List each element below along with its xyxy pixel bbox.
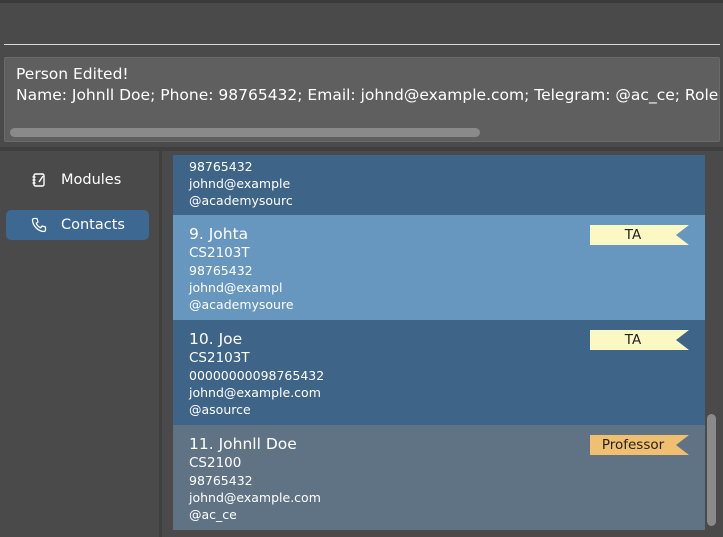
sidebar: Modules Contacts	[0, 151, 162, 537]
result-line-2: Name: Johnll Doe; Phone: 98765432; Email…	[16, 86, 720, 104]
contact-email: johnd@example	[189, 176, 291, 191]
contact-card[interactable]: 10. Joe CS2103T 00000000098765432 johnd@…	[173, 320, 705, 425]
contact-card[interactable]: 98765432 johnd@example @academysourc	[173, 155, 705, 215]
contact-email: johnd@example.com	[189, 490, 321, 505]
role-tag-label: TA	[624, 227, 642, 243]
role-tag-label: Professor	[601, 437, 665, 453]
role-tag: Professor	[590, 435, 689, 455]
contact-phone: 98765432	[189, 159, 253, 174]
result-horizontal-scrollbar[interactable]	[10, 128, 480, 137]
result-display: Person Edited! Name: Johnll Doe; Phone: …	[4, 57, 720, 142]
phone-icon	[31, 217, 47, 233]
contact-telegram: @academysourc	[189, 193, 293, 208]
result-line-1: Person Edited!	[16, 65, 129, 83]
contact-telegram: @asource	[189, 402, 251, 417]
contact-email: johnd@exampl	[189, 280, 283, 295]
contact-list-vertical-scrollbar[interactable]	[707, 414, 716, 526]
contact-card-selected[interactable]: 11. Johnll Doe CS2100 98765432 johnd@exa…	[173, 425, 705, 530]
contact-telegram: @academysoure	[189, 297, 294, 312]
contact-email: johnd@example.com	[189, 385, 321, 400]
contact-phone: 98765432	[189, 473, 253, 488]
command-box	[0, 0, 723, 52]
sidebar-item-modules[interactable]: Modules	[6, 165, 149, 195]
role-tag: TA	[590, 225, 689, 245]
modules-icon	[31, 172, 47, 188]
contact-phone: 98765432	[189, 263, 253, 278]
contact-telegram: @ac_ce	[189, 507, 237, 522]
contact-phone: 00000000098765432	[189, 368, 325, 383]
result-text: Person Edited! Name: Johnll Doe; Phone: …	[16, 64, 720, 106]
contact-module: CS2103T	[189, 350, 250, 366]
contact-card[interactable]: 9. Johta CS2103T 98765432 johnd@exampl @…	[173, 215, 705, 320]
role-tag-label: TA	[624, 332, 642, 348]
contact-list: 98765432 johnd@example @academysourc 9. …	[165, 151, 723, 537]
sidebar-item-contacts[interactable]: Contacts	[6, 210, 149, 240]
contact-module: CS2103T	[189, 245, 250, 261]
sidebar-item-label: Contacts	[61, 217, 125, 233]
role-tag: TA	[590, 330, 689, 350]
contact-module: CS2100	[189, 455, 242, 471]
command-input[interactable]	[4, 5, 720, 45]
sidebar-item-label: Modules	[61, 172, 122, 188]
